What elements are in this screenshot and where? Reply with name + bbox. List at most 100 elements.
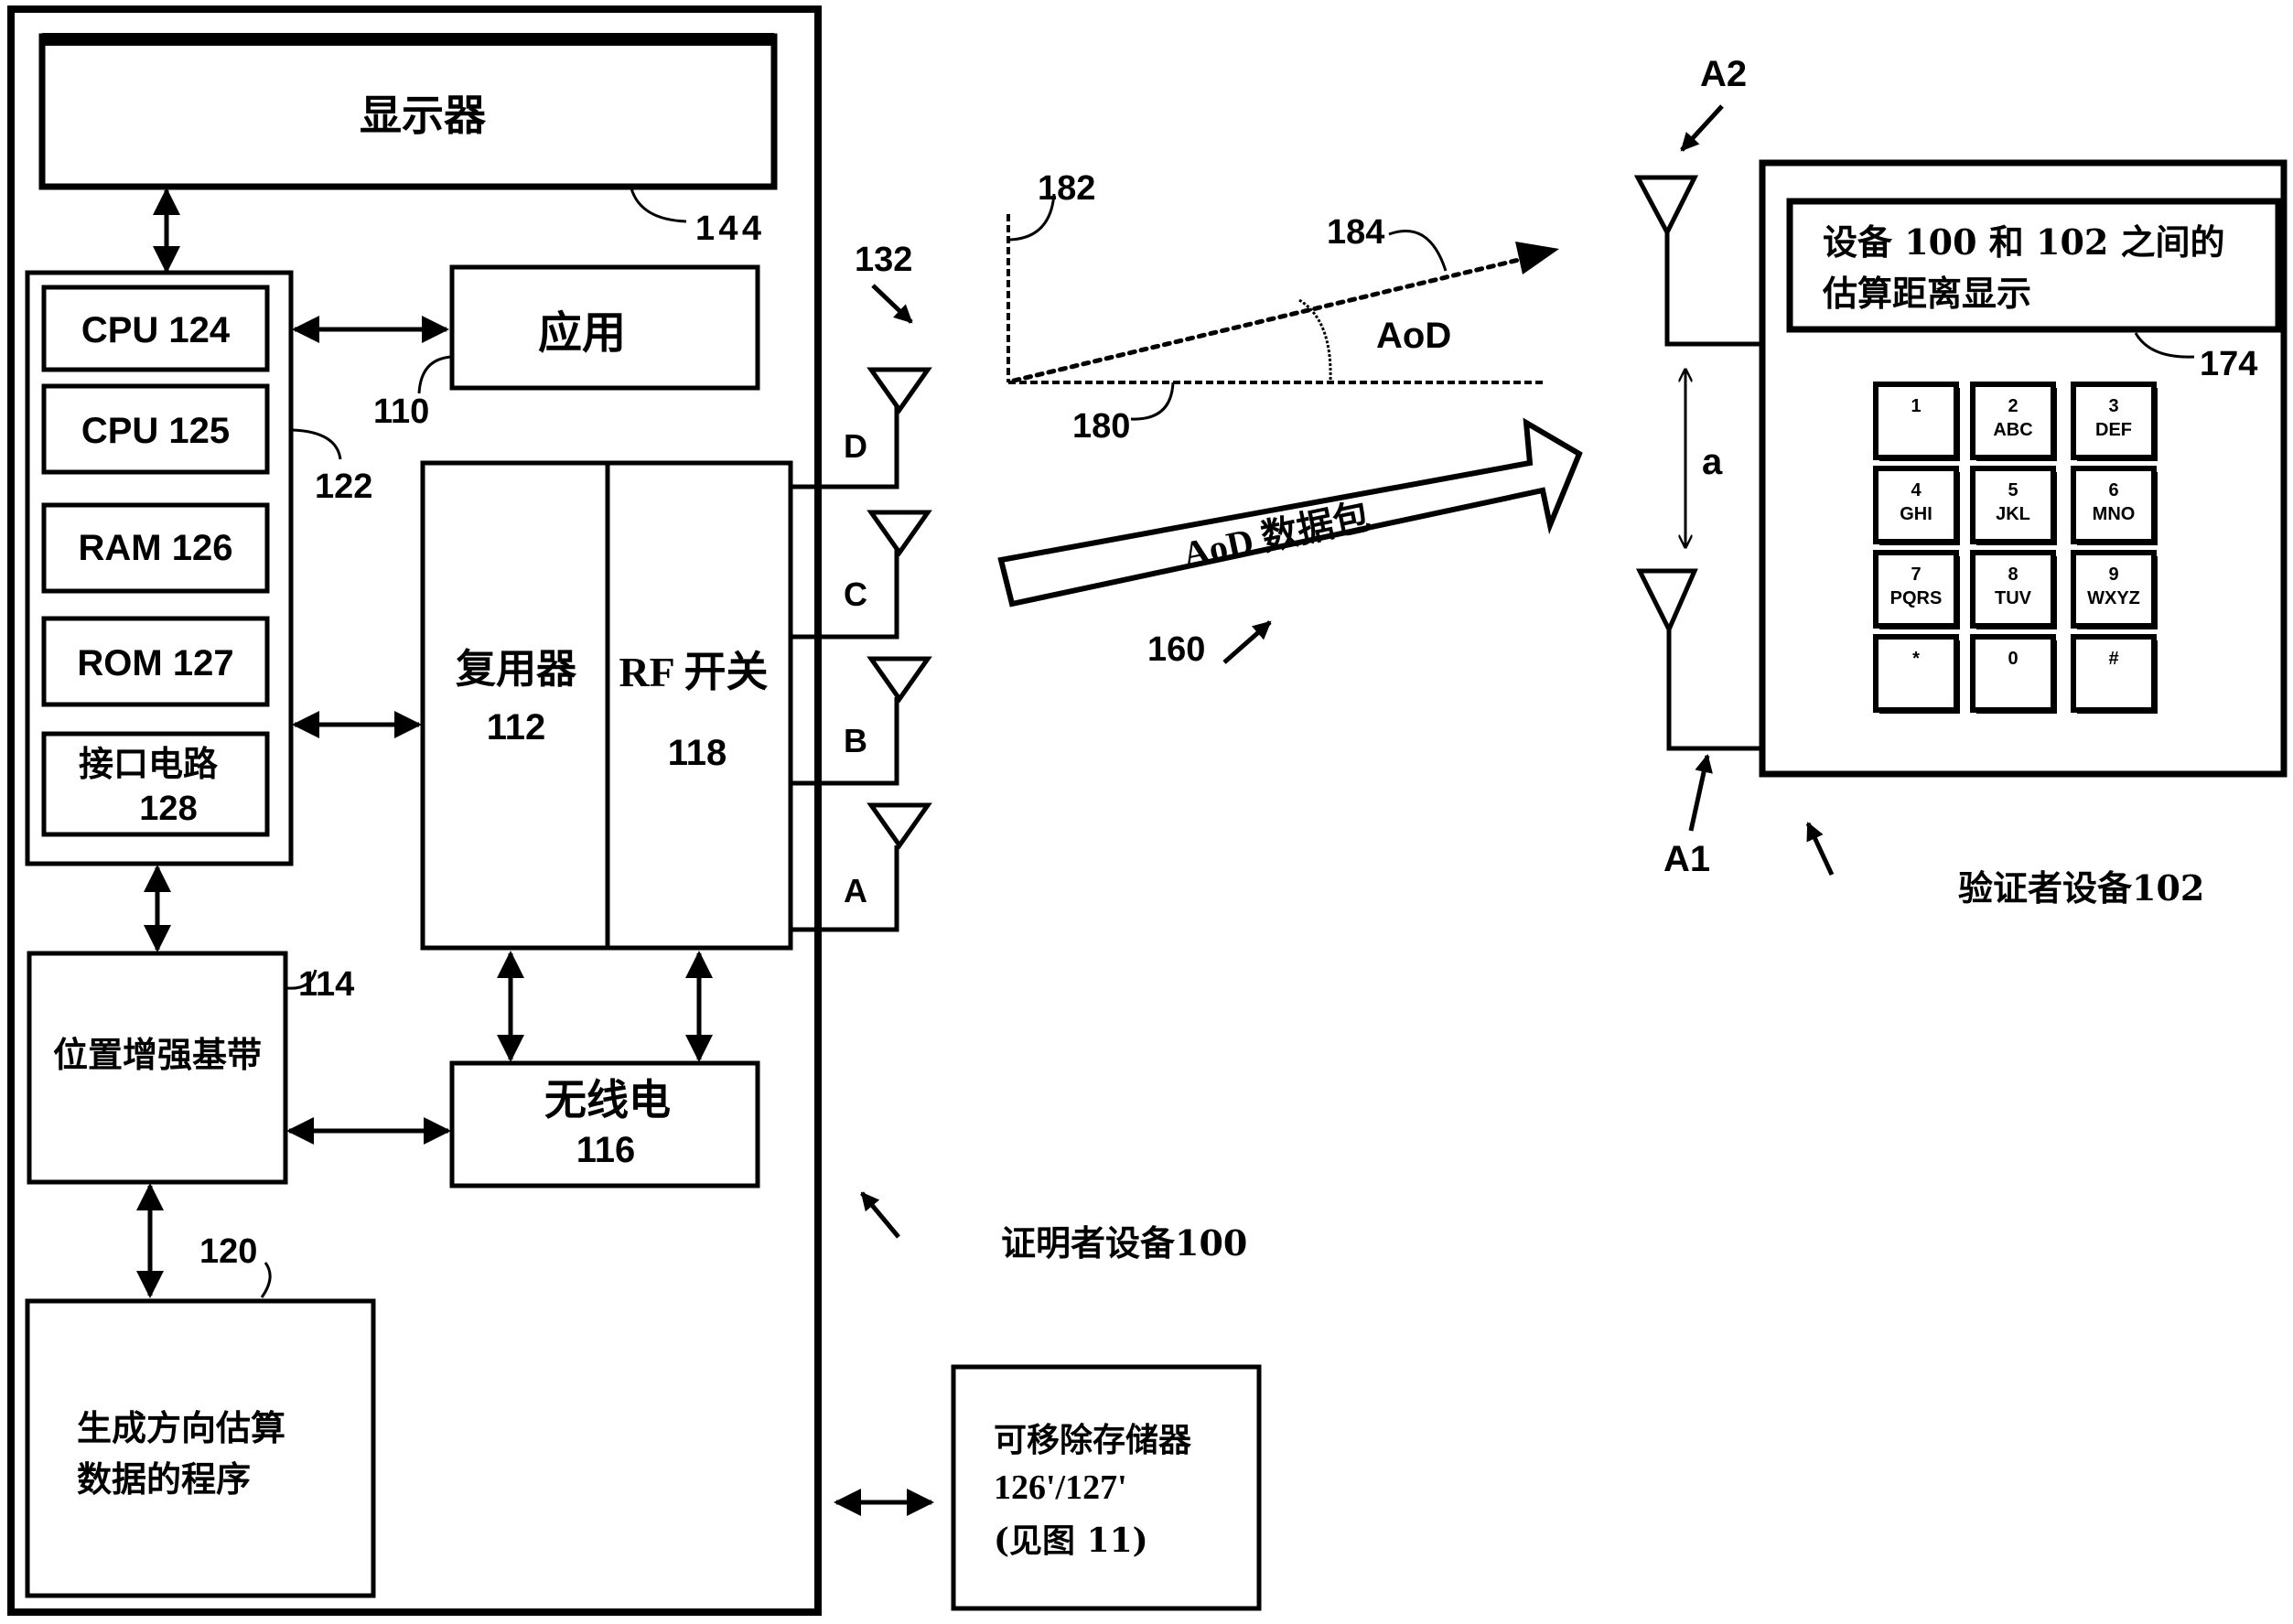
key-digit: 8	[2008, 565, 2018, 585]
key-face[interactable]	[1970, 634, 2056, 713]
key-digit: 1	[1911, 396, 1921, 416]
ram-126-label: RAM 126	[79, 528, 233, 568]
program-line-2: 数据的程序	[77, 1458, 251, 1500]
key-digit: 9	[2108, 565, 2118, 585]
display-label: 显示器	[360, 91, 487, 140]
component-interface-128: 接口电路 128	[41, 731, 270, 837]
keypad-key-1[interactable]: 1	[1873, 382, 1960, 461]
antenna-b-label: B	[844, 722, 867, 759]
aod-direction-arrowhead	[1515, 242, 1559, 274]
keypad-key-2[interactable]: 2 ABC	[1970, 382, 2057, 461]
packet-ref: 160	[1147, 630, 1205, 669]
cpu-124-label: CPU 124	[81, 310, 231, 350]
antenna-c-icon	[867, 510, 932, 557]
keypad-key-6[interactable]: 6 MNO	[2071, 466, 2158, 545]
storage-line-1: 可移除存储器	[994, 1421, 1192, 1459]
key-face[interactable]	[2071, 634, 2157, 713]
key-digit: *	[1912, 649, 1920, 669]
key-digit: 0	[2008, 649, 2018, 669]
rom-127-label: ROM 127	[77, 643, 233, 683]
radio-label: 无线电	[544, 1075, 671, 1124]
antenna-array-ref: 132	[855, 241, 912, 279]
aod-angle-label: AoD	[1376, 316, 1451, 356]
application-block: 应用	[449, 264, 760, 391]
multiplexer-block: 复用器 112	[420, 460, 610, 951]
application-ref: 110	[373, 393, 429, 431]
component-rom-127: ROM 127	[41, 616, 270, 707]
key-digit: 4	[1911, 480, 1922, 500]
verifier-pointer-arrow	[1805, 822, 1835, 877]
aod-packet-arrow: AoD 数据包	[997, 417, 1583, 608]
key-letters: DEF	[2095, 420, 2132, 440]
verifier-device-label: 验证者设备102	[1958, 867, 2204, 909]
antenna-a-label: A	[844, 872, 867, 909]
keypad-key-star[interactable]: *	[1873, 634, 1960, 714]
key-letters: TUV	[1995, 588, 2032, 608]
baseband-label: 位置增强基带	[53, 1034, 262, 1075]
processor-group-ref: 122	[315, 468, 372, 506]
screen-line-1: 设备 100 和 102 之间的	[1823, 221, 2225, 263]
prover-pointer-arrow	[860, 1191, 900, 1239]
antenna-a1-pointer	[1688, 754, 1713, 832]
keypad-key-7[interactable]: 7 PQRS	[1873, 550, 1960, 629]
program-ref: 120	[199, 1232, 257, 1271]
ref-180: 180	[1072, 407, 1130, 446]
antenna-a2-label: A2	[1700, 54, 1747, 94]
keypad-key-9[interactable]: 9 WXYZ	[2071, 550, 2158, 629]
program-block: 生成方向估算 数据的程序	[25, 1298, 376, 1598]
key-face[interactable]	[1873, 382, 1959, 460]
interface-circuit-label: 接口电路	[79, 743, 219, 784]
packet-ref-arrow	[1222, 620, 1272, 664]
cpu-125-label: CPU 125	[81, 411, 230, 451]
component-cpu-125: CPU 125	[41, 383, 270, 475]
multiplexer-label: 复用器	[456, 646, 577, 693]
key-letters: WXYZ	[2087, 588, 2140, 608]
aod-diagram: AoD 182 180 184 AoD 数据包 160	[997, 169, 1583, 669]
key-face[interactable]	[1873, 634, 1959, 713]
key-digit: 3	[2108, 396, 2118, 416]
antenna-a1-label: A1	[1663, 839, 1710, 879]
antenna-a2-pointer	[1680, 104, 1724, 152]
rf-switch-label: RF 开关	[619, 649, 768, 695]
key-digit: 5	[2008, 480, 2018, 500]
keypad-key-5[interactable]: 5 JKL	[1970, 466, 2057, 545]
distance-display-screen: 设备 100 和 102 之间的 估算距离显示	[1786, 198, 2282, 333]
display-ref: 144	[695, 210, 761, 248]
antenna-a2-icon	[1633, 175, 1699, 238]
ref-182: 182	[1038, 169, 1095, 208]
key-letters: ABC	[1993, 420, 2032, 440]
keypad-key-4[interactable]: 4 GHI	[1873, 466, 1960, 545]
program-line-1: 生成方向估算	[77, 1407, 285, 1448]
key-letters: JKL	[1996, 504, 2030, 524]
antenna-b-icon	[867, 656, 932, 704]
screen-line-2: 估算距离显示	[1822, 273, 2031, 314]
keypad-key-0[interactable]: 0	[1970, 634, 2057, 714]
key-letters: MNO	[2093, 504, 2136, 524]
display-block: 显示器	[38, 33, 778, 190]
key-letters: GHI	[1900, 504, 1932, 524]
antenna-c-label: C	[844, 575, 867, 613]
keypad-key-8[interactable]: 8 TUV	[1970, 550, 2057, 629]
antenna-a-icon	[867, 802, 932, 850]
key-digit: 7	[1911, 565, 1921, 585]
keypad-key-hash[interactable]: #	[2071, 634, 2158, 714]
antenna-array-ref-arrow	[871, 284, 913, 324]
radio-block: 无线电 116	[449, 1060, 760, 1188]
screen-ref: 174	[2200, 345, 2257, 383]
antenna-spacing-label: a	[1702, 442, 1723, 482]
storage-line-2: 126'/127'	[994, 1468, 1127, 1507]
key-letters: PQRS	[1890, 588, 1943, 608]
rf-switch-ref: 118	[668, 733, 727, 773]
keypad-key-3[interactable]: 3 DEF	[2071, 382, 2158, 461]
verifier-device: A2 A1 a 设备 100 和 102 之间的 估算距离显示 174 1 2 AB…	[1633, 54, 2288, 909]
key-digit: 2	[2008, 396, 2018, 416]
component-cpu-124: CPU 124	[41, 285, 270, 372]
baseband-ref: 114	[298, 965, 354, 1004]
prover-device-label: 证明者设备100	[1001, 1222, 1247, 1264]
antenna-d-label: D	[844, 427, 867, 465]
radio-ref: 116	[576, 1130, 636, 1170]
key-digit: #	[2108, 649, 2118, 669]
ref-180-leader	[1130, 382, 1175, 421]
ref-184: 184	[1327, 213, 1384, 252]
antenna-d-icon	[867, 367, 932, 414]
